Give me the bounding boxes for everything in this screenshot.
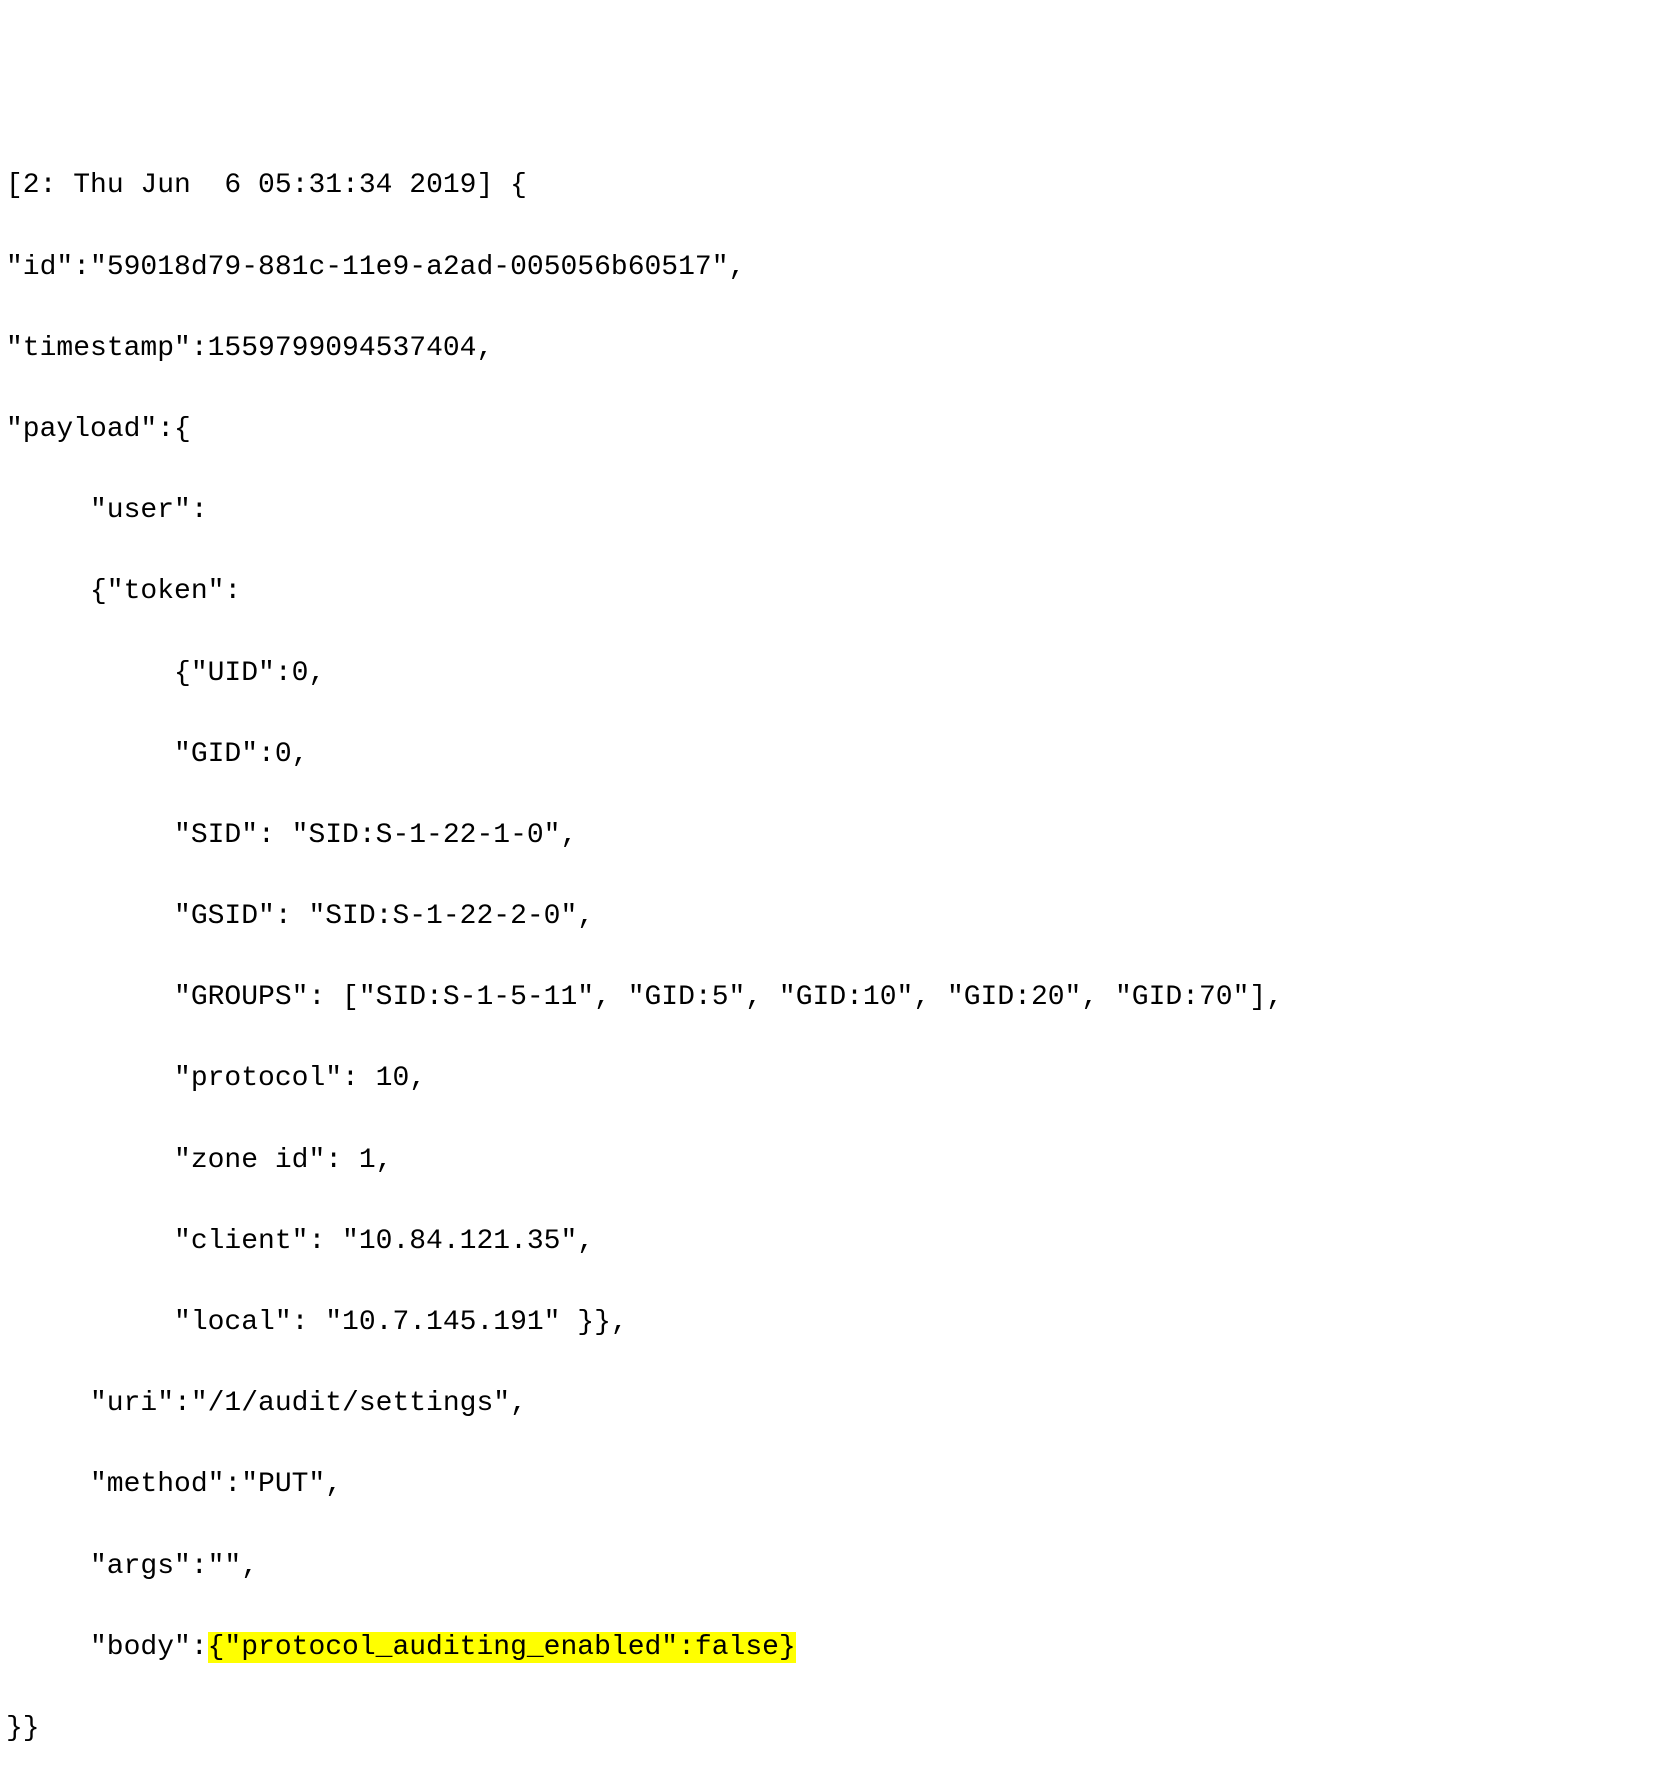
log-body-highlight: {"protocol_auditing_enabled":false} <box>208 1632 796 1663</box>
log-timestamp: "timestamp":1559799094537404, <box>6 329 1656 370</box>
log-method: "method":"PUT", <box>6 1465 1656 1506</box>
log-uri: "uri":"/1/audit/settings", <box>6 1384 1656 1425</box>
log-sid: "SID": "SID:S-1-22-1-0", <box>6 816 1656 857</box>
log-protocol: "protocol": 10, <box>6 1059 1656 1100</box>
log-user: "user": <box>6 491 1656 532</box>
log-local: "local": "10.7.145.191" }}, <box>6 1303 1656 1344</box>
log-uid: {"UID":0, <box>6 654 1656 695</box>
log-token-open: {"token": <box>6 572 1656 613</box>
log-gid: "GID":0, <box>6 735 1656 776</box>
log-id: "id":"59018d79-881c-11e9-a2ad-005056b605… <box>6 248 1656 289</box>
log-body: "body":{"protocol_auditing_enabled":fals… <box>6 1628 1656 1669</box>
log-gsid: "GSID": "SID:S-1-22-2-0", <box>6 897 1656 938</box>
log-client: "client": "10.84.121.35", <box>6 1222 1656 1263</box>
log-args: "args":"", <box>6 1547 1656 1588</box>
log-body-prefix: "body": <box>90 1632 208 1663</box>
log-groups: "GROUPS": ["SID:S-1-5-11", "GID:5", "GID… <box>6 978 1656 1019</box>
log-zoneid: "zone id": 1, <box>6 1141 1656 1182</box>
log-payload-open: "payload":{ <box>6 410 1656 451</box>
log-header: [2: Thu Jun 6 05:31:34 2019] { <box>6 166 1656 207</box>
log-close: }} <box>6 1709 1656 1750</box>
